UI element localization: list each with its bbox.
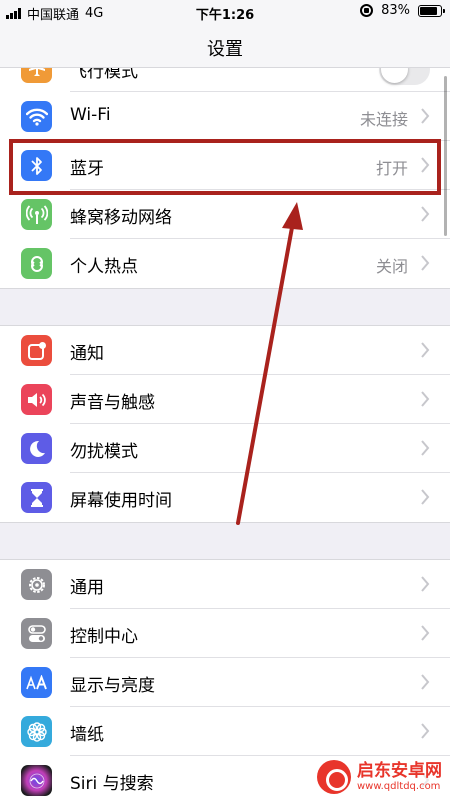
chevron-right-icon <box>421 255 430 271</box>
settings-row-value: 未连接 <box>359 110 408 129</box>
status-bar: 中国联通 4G 下午1:26 83% <box>0 0 450 24</box>
settings-row-label: 蜂窝移动网络 <box>70 208 172 228</box>
settings-row-label: Siri 与搜索 <box>70 774 154 794</box>
group-divider <box>0 522 450 523</box>
battery-icon <box>418 4 445 17</box>
airplane-mode-toggle[interactable] <box>379 68 430 85</box>
chevron-right-icon <box>421 108 430 124</box>
chevron-right-icon <box>421 391 430 407</box>
chevron-right-icon <box>421 723 430 739</box>
scroll-indicator[interactable] <box>444 76 447 236</box>
notification-icon <box>21 335 52 366</box>
settings-row-general[interactable]: 通用 <box>0 560 450 609</box>
watermark-url: www.qdltdq.com <box>357 780 441 792</box>
chevron-right-icon <box>421 576 430 592</box>
navigation-bar: 设置 <box>0 24 450 68</box>
settings-row-label: Wi-Fi <box>70 105 111 125</box>
settings-row-hotspot[interactable]: 个人热点 关闭 <box>0 239 450 288</box>
settings-row-label: 显示与亮度 <box>70 676 155 696</box>
flower-icon <box>21 716 52 747</box>
rotation-lock-icon <box>360 4 374 17</box>
settings-row-label: 个人热点 <box>70 257 138 277</box>
bluetooth-highlight-box <box>9 139 441 195</box>
settings-row-label: 勿扰模式 <box>70 442 138 462</box>
watermark-logo-icon <box>317 760 351 794</box>
siri-icon <box>21 765 52 796</box>
settings-row-label: 飞行模式 <box>70 68 138 82</box>
chevron-right-icon <box>421 625 430 641</box>
settings-row-label: 控制中心 <box>70 627 138 647</box>
text-size-icon <box>21 667 52 698</box>
chevron-right-icon <box>421 206 430 222</box>
page-title: 设置 <box>207 39 243 60</box>
settings-row-sounds[interactable]: 声音与触感 <box>0 375 450 424</box>
settings-row-airplane-mode[interactable]: 飞行模式 <box>0 68 450 92</box>
hotspot-icon <box>21 248 52 279</box>
moon-icon <box>21 433 52 464</box>
speaker-icon <box>21 384 52 415</box>
chevron-right-icon <box>421 674 430 690</box>
battery-percent: 83% <box>381 3 410 18</box>
settings-row-cellular[interactable]: 蜂窝移动网络 <box>0 190 450 239</box>
settings-row-value: 关闭 <box>375 257 408 276</box>
settings-row-label: 墙纸 <box>70 725 104 745</box>
settings-row-screen-time[interactable]: 屏幕使用时间 <box>0 473 450 522</box>
hourglass-icon <box>21 482 52 513</box>
settings-row-do-not-disturb[interactable]: 勿扰模式 <box>0 424 450 473</box>
settings-row-wallpaper[interactable]: 墙纸 <box>0 707 450 756</box>
site-watermark: 启东安卓网 www.qdltdq.com <box>313 758 446 796</box>
settings-row-wifi[interactable]: Wi-Fi 未连接 <box>0 92 450 141</box>
chevron-right-icon <box>421 440 430 456</box>
settings-row-control-center[interactable]: 控制中心 <box>0 609 450 658</box>
chevron-right-icon <box>421 489 430 505</box>
group-divider <box>0 288 450 289</box>
antenna-icon <box>21 199 52 230</box>
airplane-icon <box>21 68 52 83</box>
wifi-icon <box>21 101 52 132</box>
watermark-name: 启东安卓网 <box>357 760 442 781</box>
settings-row-label: 声音与触感 <box>70 393 155 413</box>
settings-row-notifications[interactable]: 通知 <box>0 326 450 375</box>
settings-row-label: 通知 <box>70 344 104 364</box>
settings-row-display[interactable]: 显示与亮度 <box>0 658 450 707</box>
settings-row-label: 通用 <box>70 578 104 598</box>
gear-icon <box>21 569 52 600</box>
settings-row-label: 屏幕使用时间 <box>70 491 172 511</box>
chevron-right-icon <box>421 342 430 358</box>
switches-icon <box>21 618 52 649</box>
